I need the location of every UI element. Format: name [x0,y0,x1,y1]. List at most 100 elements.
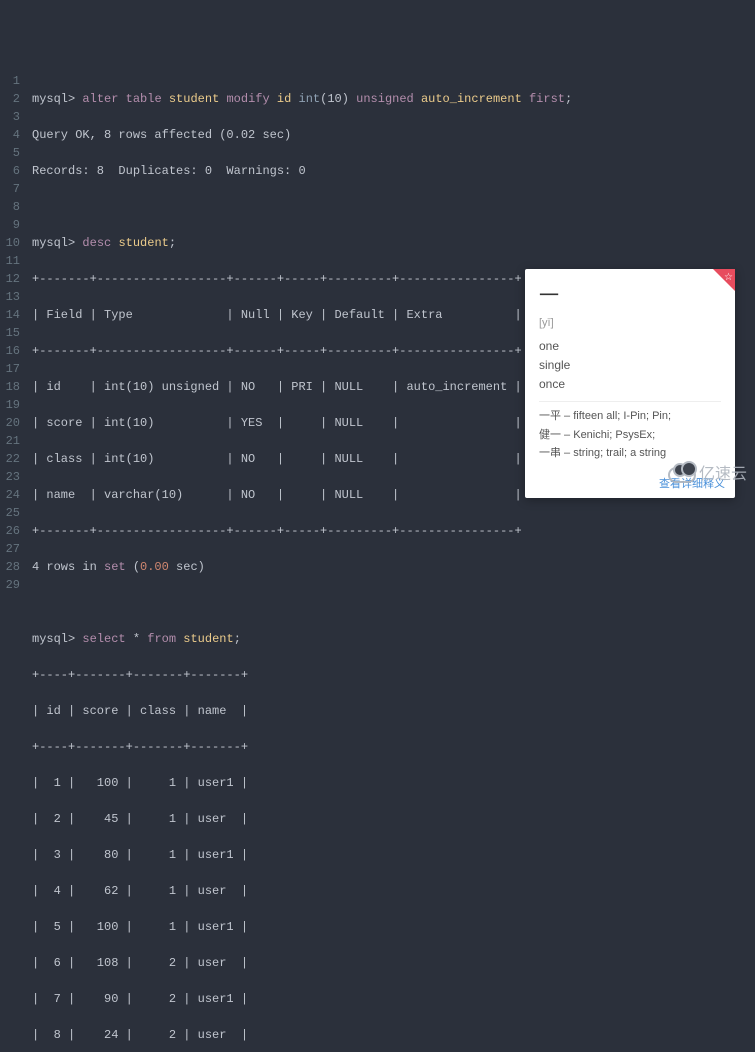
dict-headword: 一 [539,281,721,311]
kw-unsigned: unsigned [356,92,414,106]
semicolon: ; [565,92,572,106]
line-27: | 8 | 24 | 2 | user | [32,1026,572,1044]
line-1: mysql> alter table student modify id int… [32,90,572,108]
dictionary-popup[interactable]: ☆ 一 [yī] one single once 一平 – fifteen al… [525,269,735,499]
line-num: 24 [0,486,20,504]
line-2: Query OK, 8 rows affected (0.02 sec) [32,126,572,144]
line-num: 20 [0,414,20,432]
line-num: 5 [0,144,20,162]
watermark-text: 亿速云 [699,466,747,484]
line-8: +-------+------------------+------+-----… [32,342,572,360]
footer-p1: 4 rows in [32,560,104,574]
line-num: 1 [0,72,20,90]
line-16: mysql> select * from student; [32,630,572,648]
star-icon[interactable]: ☆ [724,270,733,285]
line-3: Records: 8 Duplicates: 0 Warnings: 0 [32,162,572,180]
line-num: 19 [0,396,20,414]
line-num: 15 [0,324,20,342]
line-25: | 6 | 108 | 2 | user | [32,954,572,972]
line-gutter: 1234567891011121314151617181920212223242… [0,72,28,1052]
dict-pronunciation: [yī] [539,315,721,332]
mysql-prompt: mysql> [32,92,75,106]
cloud-icon [668,467,696,483]
line-19: +----+-------+-------+-------+ [32,738,572,756]
dict-body: 一 [yī] one single once 一平 – fifteen all;… [525,269,735,472]
kw-desc: desc [82,236,111,250]
terminal-area: 1234567891011121314151617181920212223242… [0,72,755,1052]
line-20: | 1 | 100 | 1 | user1 | [32,774,572,792]
line-num: 29 [0,576,20,594]
dict-compound: 一串 – string; trail; a string [539,445,721,462]
line-9: | id | int(10) unsigned | NO | PRI | NUL… [32,378,572,396]
int-arg: (10) [320,92,349,106]
dict-compound: 健一 – Kenichi; PsysEx; [539,427,721,444]
tbl-student: student [169,92,219,106]
line-num: 2 [0,90,20,108]
line-17: +----+-------+-------+-------+ [32,666,572,684]
line-10: | score | int(10) | YES | | NULL | | [32,414,572,432]
line-num: 12 [0,270,20,288]
line-21: | 2 | 45 | 1 | user | [32,810,572,828]
line-num: 10 [0,234,20,252]
line-13: +-------+------------------+------+-----… [32,522,572,540]
dict-compound: 一平 – fifteen all; I-Pin; Pin; [539,408,721,425]
line-7: | Field | Type | Null | Key | Default | … [32,306,572,324]
kw-modify: modify [226,92,269,106]
line-6: +-------+------------------+------+-----… [32,270,572,288]
code-lines[interactable]: mysql> alter table student modify id int… [28,72,572,1052]
kw-autoincrement: auto_increment [421,92,522,106]
line-12: | name | varchar(10) | NO | | NULL | | [32,486,572,504]
line-14: 4 rows in set (0.00 sec) [32,558,572,576]
kw-alter: alter [82,92,118,106]
type-int: int [299,92,321,106]
line-num: 14 [0,306,20,324]
semicolon: ; [169,236,176,250]
line-4 [32,198,572,216]
line-23: | 4 | 62 | 1 | user | [32,882,572,900]
line-num: 6 [0,162,20,180]
line-num: 13 [0,288,20,306]
kw-table: table [126,92,162,106]
line-num: 18 [0,378,20,396]
line-num: 28 [0,558,20,576]
mysql-prompt: mysql> [32,632,75,646]
line-num: 21 [0,432,20,450]
kw-first: first [529,92,565,106]
footer-p3: sec) [169,560,205,574]
line-num: 3 [0,108,20,126]
tbl-student: student [118,236,168,250]
col-id: id [277,92,291,106]
line-num: 17 [0,360,20,378]
tbl-student: student [183,632,233,646]
star: * [133,632,140,646]
watermark-logo: 亿速云 [668,466,747,484]
kw-from: from [147,632,176,646]
line-15 [32,594,572,612]
line-18: | id | score | class | name | [32,702,572,720]
line-num: 11 [0,252,20,270]
line-5: mysql> desc student; [32,234,572,252]
line-24: | 5 | 100 | 1 | user1 | [32,918,572,936]
kw-set: set [104,560,126,574]
dict-definitions: one single once [539,337,721,393]
line-num: 9 [0,216,20,234]
line-num: 25 [0,504,20,522]
line-num: 16 [0,342,20,360]
mysql-prompt: mysql> [32,236,75,250]
line-26: | 7 | 90 | 2 | user1 | [32,990,572,1008]
line-num: 27 [0,540,20,558]
dict-def: one [539,337,721,355]
kw-select: select [82,632,125,646]
semicolon: ; [234,632,241,646]
line-num: 8 [0,198,20,216]
line-num: 26 [0,522,20,540]
divider [539,401,721,402]
line-num: 4 [0,126,20,144]
line-num: 7 [0,180,20,198]
dict-def: single [539,356,721,374]
footer-p2: ( [126,560,140,574]
line-num: 22 [0,450,20,468]
dict-compounds: 一平 – fifteen all; I-Pin; Pin; 健一 – Kenic… [539,408,721,462]
line-11: | class | int(10) | NO | | NULL | | [32,450,572,468]
dict-def: once [539,375,721,393]
